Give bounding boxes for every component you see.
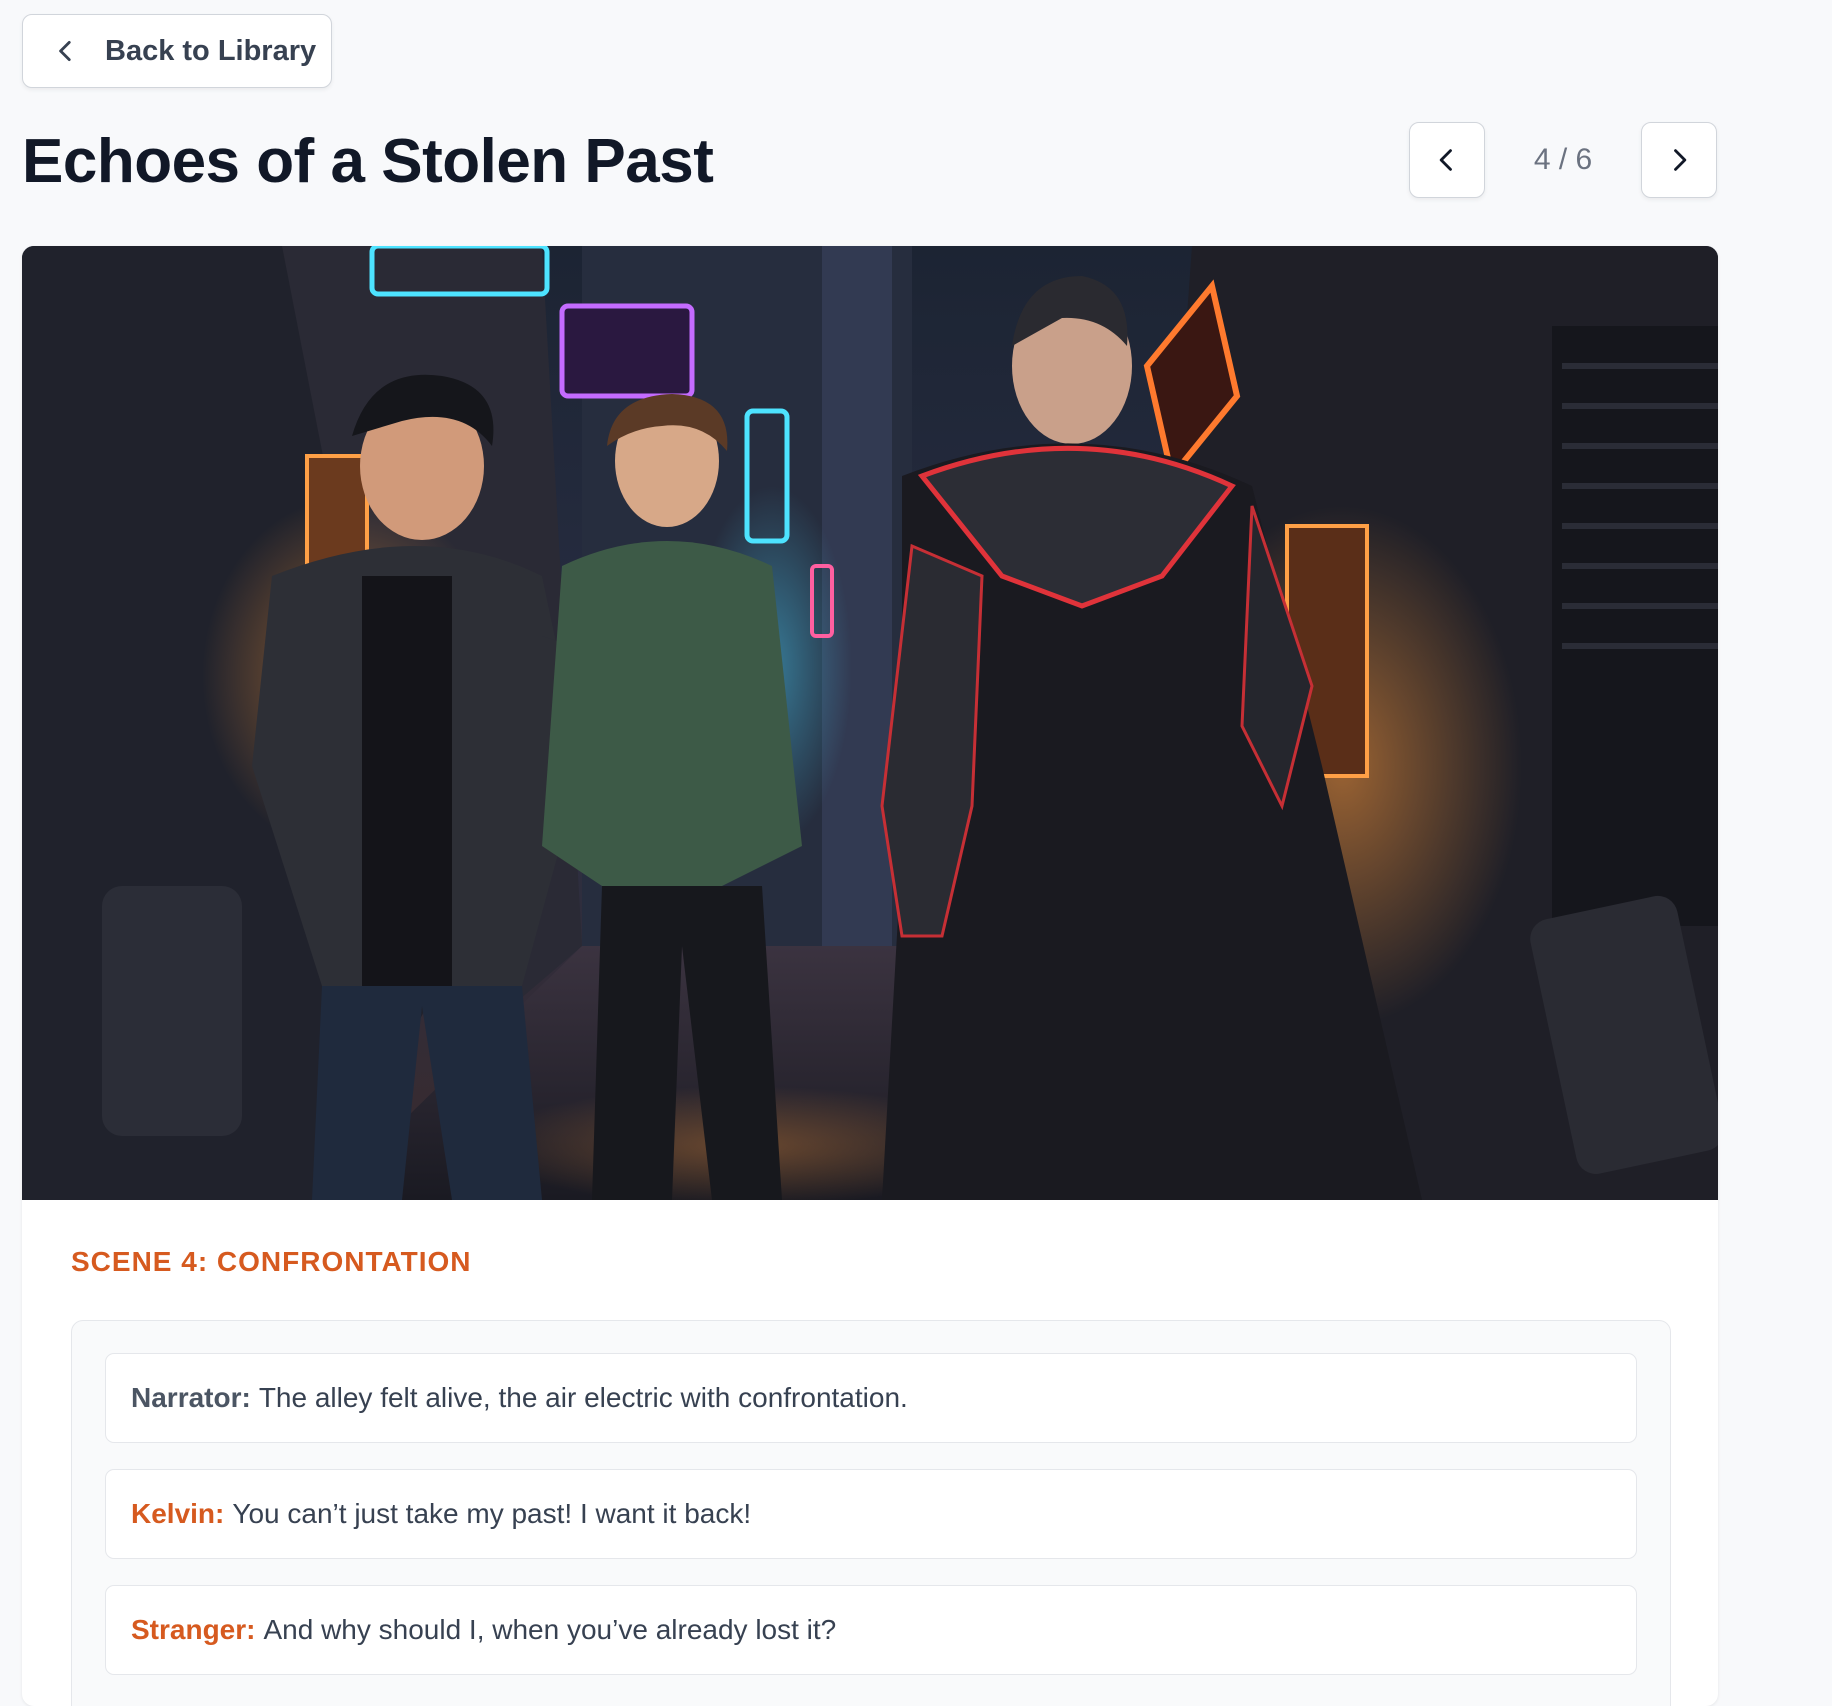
dialogue-line: Stranger: And why should I, when you’ve …	[105, 1585, 1637, 1675]
back-button-label: Back to Library	[105, 34, 317, 67]
page-indicator: 4 / 6	[1533, 143, 1593, 176]
previous-scene-button[interactable]	[1409, 122, 1485, 198]
next-scene-button[interactable]	[1641, 122, 1717, 198]
back-to-library-button[interactable]: Back to Library	[22, 14, 332, 88]
scene-illustration	[22, 246, 1718, 1200]
dialogue-text: And why should I, when you’ve already lo…	[263, 1614, 837, 1645]
scene-card: SCENE 4: CONFRONTATION Narrator: The all…	[22, 246, 1718, 1706]
page-title: Echoes of a Stolen Past	[22, 127, 714, 196]
dialogue-speaker: Kelvin:	[131, 1498, 225, 1529]
dialogue-speaker: Stranger:	[131, 1614, 256, 1645]
dialogue-text: You can’t just take my past! I want it b…	[232, 1498, 752, 1529]
chevron-left-icon	[1433, 146, 1461, 174]
scene-heading: SCENE 4: CONFRONTATION	[71, 1246, 472, 1277]
chevron-left-icon	[53, 38, 79, 64]
dialogue-text: The alley felt alive, the air electric w…	[258, 1382, 908, 1413]
dialogue-speaker: Narrator:	[131, 1382, 251, 1413]
dialogue-line: Kelvin: You can’t just take my past! I w…	[105, 1469, 1637, 1559]
dialogue-panel: Narrator: The alley felt alive, the air …	[71, 1320, 1671, 1706]
chevron-right-icon	[1665, 146, 1693, 174]
scene-pager: 4 / 6	[1409, 122, 1717, 198]
dialogue-line: Narrator: The alley felt alive, the air …	[105, 1353, 1637, 1443]
